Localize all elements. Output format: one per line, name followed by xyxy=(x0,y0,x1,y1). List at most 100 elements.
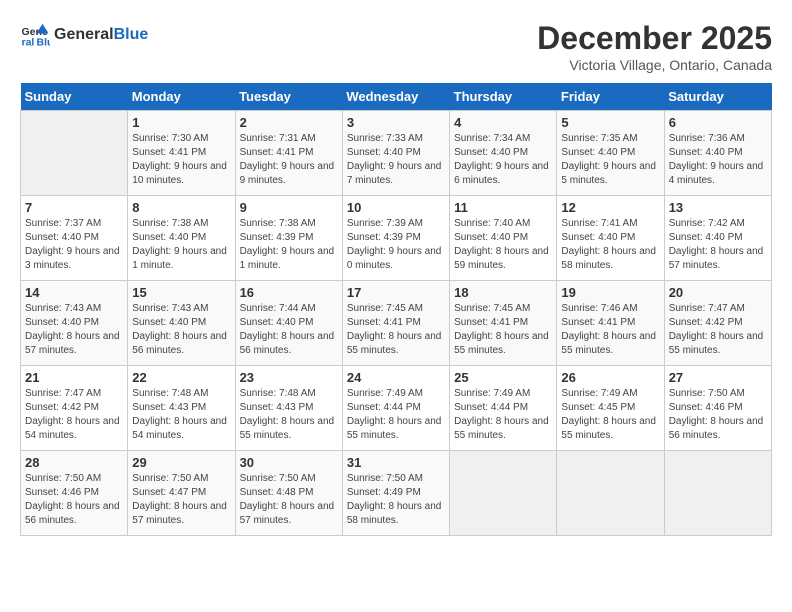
calendar-cell: 12 Sunrise: 7:41 AMSunset: 4:40 PMDayligh… xyxy=(557,196,664,281)
month-title: December 2025 xyxy=(537,20,772,57)
calendar-cell: 21 Sunrise: 7:47 AMSunset: 4:42 PMDayligh… xyxy=(21,366,128,451)
day-number: 19 xyxy=(561,285,659,300)
title-section: December 2025 Victoria Village, Ontario,… xyxy=(537,20,772,73)
calendar-week-3: 14Sunrise: 7:43 AMSunset: 4:40 PMDayligh… xyxy=(21,281,772,366)
calendar-cell: 31 Sunrise: 7:50 AMSunset: 4:49 PMDayligh… xyxy=(342,451,449,536)
logo-text-blue: Blue xyxy=(114,26,149,43)
calendar-cell: 4 Sunrise: 7:34 AMSunset: 4:40 PMDaylight… xyxy=(450,111,557,196)
calendar-cell: 23 Sunrise: 7:48 AMSunset: 4:43 PMDayligh… xyxy=(235,366,342,451)
day-info: Sunrise: 7:48 AMSunset: 4:43 PMDaylight:… xyxy=(132,387,230,443)
calendar-cell: 25Sunrise: 7:49 AMSunset: 4:44 PMDayligh… xyxy=(450,366,557,451)
day-number: 21 xyxy=(25,370,123,385)
day-number: 12 xyxy=(561,200,659,215)
header-wednesday: Wednesday xyxy=(342,83,449,111)
header-sunday: Sunday xyxy=(21,83,128,111)
logo-icon: Gene ral Blue xyxy=(20,20,50,50)
calendar-cell: 26 Sunrise: 7:49 AMSunset: 4:45 PMDayligh… xyxy=(557,366,664,451)
calendar-cell: 11 Sunrise: 7:40 AMSunset: 4:40 PMDayligh… xyxy=(450,196,557,281)
day-number: 26 xyxy=(561,370,659,385)
page-header: Gene ral Blue GeneralBlue December 2025 … xyxy=(20,20,772,73)
calendar-cell: 2 Sunrise: 7:31 AMSunset: 4:41 PMDaylight… xyxy=(235,111,342,196)
svg-text:Blue: Blue xyxy=(37,37,51,49)
calendar-week-1: 1 Sunrise: 7:30 AMSunset: 4:41 PMDaylight… xyxy=(21,111,772,196)
calendar-header: Sunday Monday Tuesday Wednesday Thursday… xyxy=(21,83,772,111)
day-number: 11 xyxy=(454,200,552,215)
day-info: Sunrise: 7:49 AMSunset: 4:44 PMDaylight:… xyxy=(454,387,552,443)
header-tuesday: Tuesday xyxy=(235,83,342,111)
day-number: 16 xyxy=(240,285,338,300)
day-number: 3 xyxy=(347,115,445,130)
calendar-cell: 16 Sunrise: 7:44 AMSunset: 4:40 PMDayligh… xyxy=(235,281,342,366)
location-title: Victoria Village, Ontario, Canada xyxy=(537,57,772,73)
day-number: 7 xyxy=(25,200,123,215)
day-info: Sunrise: 7:43 AMSunset: 4:40 PMDaylight:… xyxy=(132,302,230,358)
day-number: 13 xyxy=(669,200,767,215)
day-info: Sunrise: 7:37 AMSunset: 4:40 PMDaylight:… xyxy=(25,217,123,273)
calendar-cell: 13 Sunrise: 7:42 AMSunset: 4:40 PMDayligh… xyxy=(664,196,771,281)
day-info: Sunrise: 7:43 AMSunset: 4:40 PMDaylight:… xyxy=(25,302,123,358)
calendar-cell xyxy=(450,451,557,536)
day-info: Sunrise: 7:39 AMSunset: 4:39 PMDaylight:… xyxy=(347,217,445,273)
calendar-cell: 5Sunrise: 7:35 AMSunset: 4:40 PMDaylight… xyxy=(557,111,664,196)
day-info: Sunrise: 7:49 AMSunset: 4:45 PMDaylight:… xyxy=(561,387,659,443)
header-monday: Monday xyxy=(128,83,235,111)
day-info: Sunrise: 7:47 AMSunset: 4:42 PMDaylight:… xyxy=(25,387,123,443)
day-info: Sunrise: 7:50 AMSunset: 4:46 PMDaylight:… xyxy=(25,472,123,528)
day-number: 8 xyxy=(132,200,230,215)
day-info: Sunrise: 7:41 AMSunset: 4:40 PMDaylight:… xyxy=(561,217,659,273)
day-info: Sunrise: 7:31 AMSunset: 4:41 PMDaylight:… xyxy=(240,132,338,188)
calendar-cell: 20 Sunrise: 7:47 AMSunset: 4:42 PMDayligh… xyxy=(664,281,771,366)
day-number: 29 xyxy=(132,455,230,470)
day-info: Sunrise: 7:36 AMSunset: 4:40 PMDaylight:… xyxy=(669,132,767,188)
calendar-cell: 8 Sunrise: 7:38 AMSunset: 4:40 PMDaylight… xyxy=(128,196,235,281)
header-friday: Friday xyxy=(557,83,664,111)
logo-text-general: General xyxy=(54,26,114,43)
calendar-cell xyxy=(557,451,664,536)
calendar-cell: 19 Sunrise: 7:46 AMSunset: 4:41 PMDayligh… xyxy=(557,281,664,366)
day-info: Sunrise: 7:38 AMSunset: 4:40 PMDaylight:… xyxy=(132,217,230,273)
calendar-cell: 1 Sunrise: 7:30 AMSunset: 4:41 PMDaylight… xyxy=(128,111,235,196)
day-number: 28 xyxy=(25,455,123,470)
day-info: Sunrise: 7:46 AMSunset: 4:41 PMDaylight:… xyxy=(561,302,659,358)
calendar-cell: 24Sunrise: 7:49 AMSunset: 4:44 PMDayligh… xyxy=(342,366,449,451)
calendar-cell: 9Sunrise: 7:38 AMSunset: 4:39 PMDaylight… xyxy=(235,196,342,281)
day-number: 20 xyxy=(669,285,767,300)
header-saturday: Saturday xyxy=(664,83,771,111)
day-info: Sunrise: 7:47 AMSunset: 4:42 PMDaylight:… xyxy=(669,302,767,358)
svg-text:ral: ral xyxy=(22,37,35,49)
day-number: 1 xyxy=(132,115,230,130)
calendar-cell: 7 Sunrise: 7:37 AMSunset: 4:40 PMDaylight… xyxy=(21,196,128,281)
calendar-table: Sunday Monday Tuesday Wednesday Thursday… xyxy=(20,83,772,536)
day-info: Sunrise: 7:50 AMSunset: 4:48 PMDaylight:… xyxy=(240,472,338,528)
calendar-cell: 6Sunrise: 7:36 AMSunset: 4:40 PMDaylight… xyxy=(664,111,771,196)
calendar-cell xyxy=(21,111,128,196)
day-info: Sunrise: 7:50 AMSunset: 4:49 PMDaylight:… xyxy=(347,472,445,528)
calendar-cell: 30Sunrise: 7:50 AMSunset: 4:48 PMDayligh… xyxy=(235,451,342,536)
day-info: Sunrise: 7:44 AMSunset: 4:40 PMDaylight:… xyxy=(240,302,338,358)
calendar-cell: 17Sunrise: 7:45 AMSunset: 4:41 PMDayligh… xyxy=(342,281,449,366)
day-number: 9 xyxy=(240,200,338,215)
day-number: 10 xyxy=(347,200,445,215)
day-info: Sunrise: 7:48 AMSunset: 4:43 PMDaylight:… xyxy=(240,387,338,443)
calendar-cell: 15 Sunrise: 7:43 AMSunset: 4:40 PMDayligh… xyxy=(128,281,235,366)
day-number: 4 xyxy=(454,115,552,130)
day-info: Sunrise: 7:40 AMSunset: 4:40 PMDaylight:… xyxy=(454,217,552,273)
day-info: Sunrise: 7:34 AMSunset: 4:40 PMDaylight:… xyxy=(454,132,552,188)
day-info: Sunrise: 7:42 AMSunset: 4:40 PMDaylight:… xyxy=(669,217,767,273)
day-number: 18 xyxy=(454,285,552,300)
day-info: Sunrise: 7:30 AMSunset: 4:41 PMDaylight:… xyxy=(132,132,230,188)
day-info: Sunrise: 7:45 AMSunset: 4:41 PMDaylight:… xyxy=(454,302,552,358)
day-number: 23 xyxy=(240,370,338,385)
day-info: Sunrise: 7:50 AMSunset: 4:47 PMDaylight:… xyxy=(132,472,230,528)
day-number: 31 xyxy=(347,455,445,470)
day-info: Sunrise: 7:33 AMSunset: 4:40 PMDaylight:… xyxy=(347,132,445,188)
day-number: 24 xyxy=(347,370,445,385)
calendar-cell: 14Sunrise: 7:43 AMSunset: 4:40 PMDayligh… xyxy=(21,281,128,366)
day-number: 2 xyxy=(240,115,338,130)
logo: Gene ral Blue GeneralBlue xyxy=(20,20,148,50)
calendar-cell: 28 Sunrise: 7:50 AMSunset: 4:46 PMDayligh… xyxy=(21,451,128,536)
calendar-cell: 29 Sunrise: 7:50 AMSunset: 4:47 PMDayligh… xyxy=(128,451,235,536)
day-number: 22 xyxy=(132,370,230,385)
calendar-week-4: 21 Sunrise: 7:47 AMSunset: 4:42 PMDayligh… xyxy=(21,366,772,451)
day-number: 15 xyxy=(132,285,230,300)
